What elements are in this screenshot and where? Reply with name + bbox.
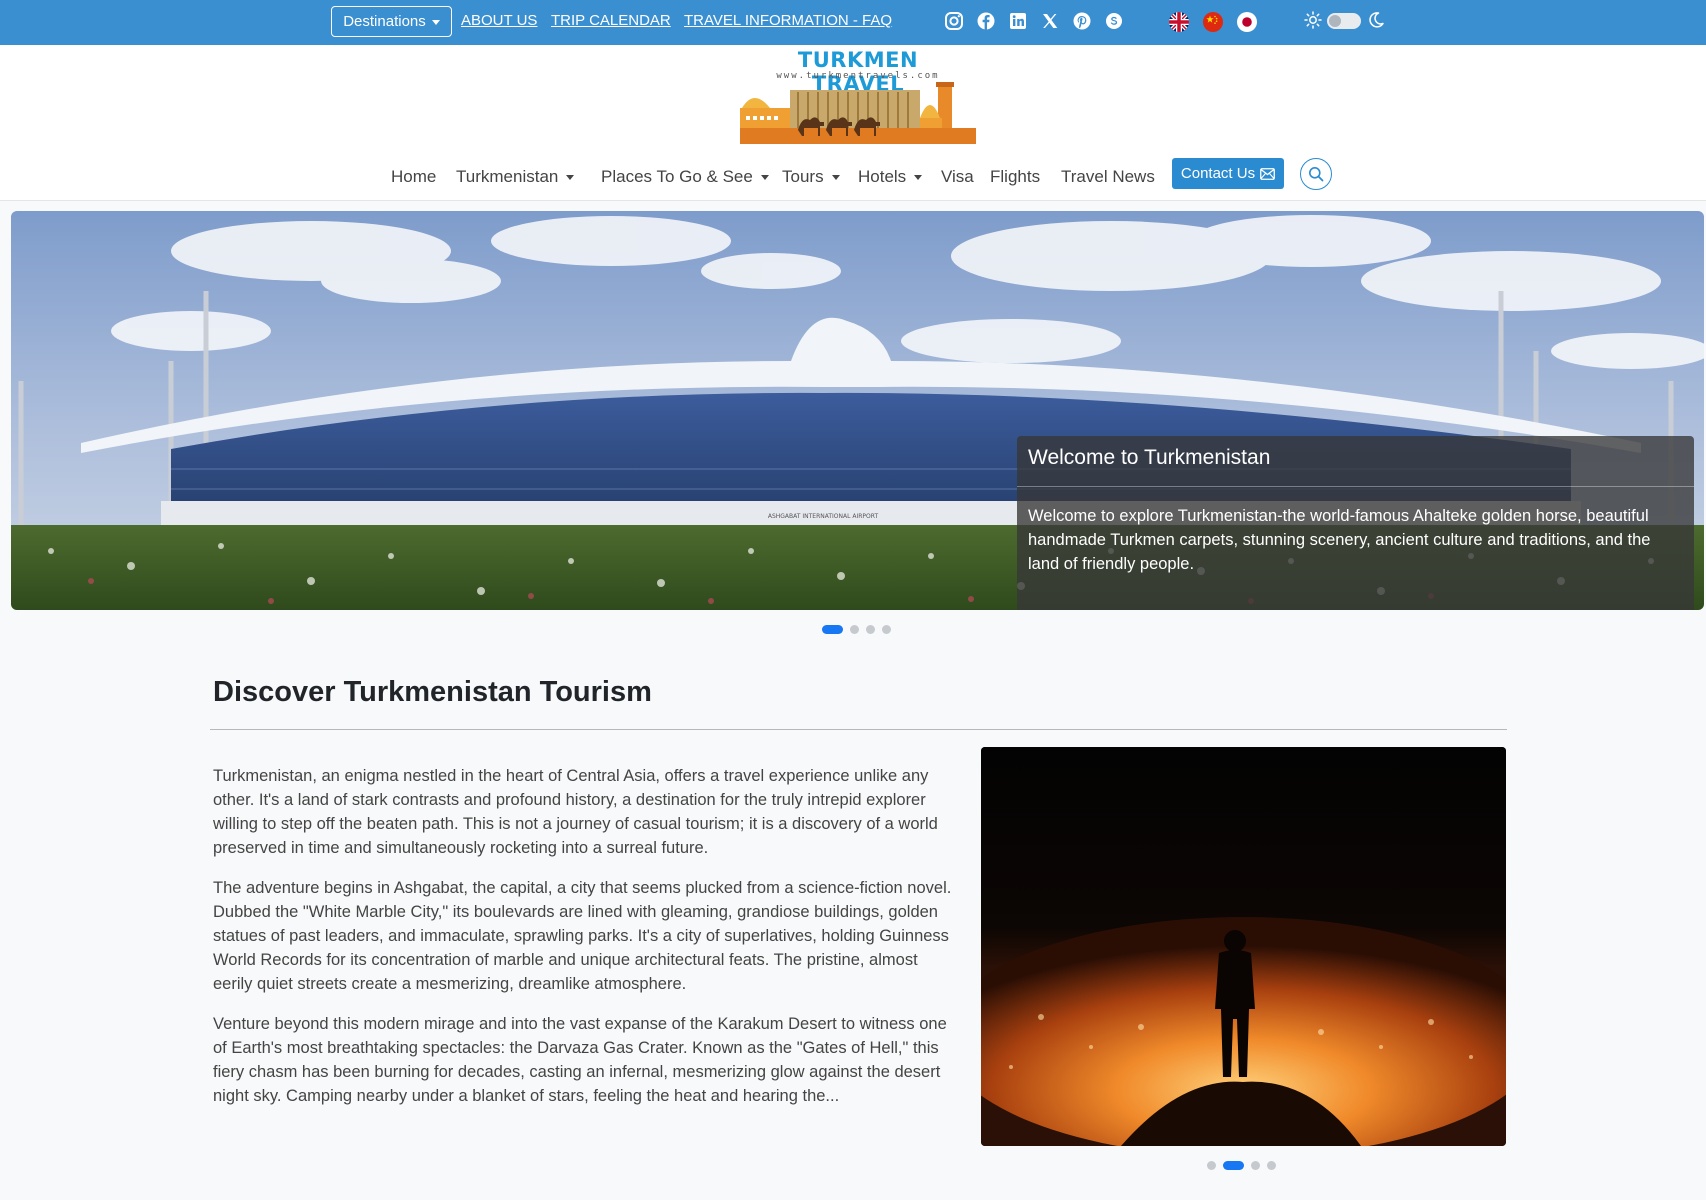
nav-flights[interactable]: Flights: [990, 167, 1040, 187]
facebook-icon[interactable]: [976, 11, 996, 31]
nav-home-label: Home: [391, 167, 437, 186]
linkedin-icon[interactable]: [1008, 11, 1028, 31]
caret-down-icon: [914, 174, 923, 180]
nav-travel-news-label: Travel News: [1061, 167, 1155, 186]
hero-caption-text: Welcome to explore Turkmenistan-the worl…: [1028, 507, 1651, 573]
nav-visa-label: Visa: [941, 167, 974, 186]
dark-mode-toggle[interactable]: [1327, 13, 1361, 29]
caption-divider: [1017, 486, 1694, 487]
nav-tours-label: Tours: [782, 167, 824, 186]
darvaza-crater-image: [981, 747, 1506, 1146]
sun-icon: [1304, 11, 1322, 29]
main-nav: Home Turkmenistan Places To Go & See Tou…: [0, 158, 1706, 198]
hero-caption: Welcome to Turkmenistan Welcome to explo…: [1017, 436, 1694, 610]
destinations-dropdown[interactable]: Destinations: [331, 6, 452, 37]
nav-home[interactable]: Home: [391, 167, 436, 187]
nav-turkmenistan[interactable]: Turkmenistan: [456, 167, 575, 187]
caret-down-icon: [760, 174, 769, 180]
chinese-flag-icon[interactable]: [1203, 12, 1223, 32]
japanese-flag-icon[interactable]: [1237, 12, 1257, 32]
article-paragraph-2: The adventure begins in Ashgabat, the ca…: [213, 879, 952, 993]
english-flag-icon[interactable]: [1169, 12, 1189, 32]
moon-icon: [1369, 12, 1384, 28]
top-bar: Destinations ABOUT US TRIP CALENDAR TRAV…: [0, 0, 1706, 45]
nav-places[interactable]: Places To Go & See: [601, 167, 769, 187]
caret-down-icon: [831, 174, 840, 180]
nav-travel-news[interactable]: Travel News: [1061, 167, 1155, 187]
page-title: Discover Turkmenistan Tourism: [213, 676, 652, 708]
image-indicator-1[interactable]: [1207, 1161, 1216, 1170]
carousel-indicator-1[interactable]: [822, 625, 843, 634]
search-icon: [1309, 167, 1324, 182]
article-paragraph-3: Venture beyond this modern mirage and in…: [213, 1015, 947, 1105]
image-indicator-3[interactable]: [1251, 1161, 1260, 1170]
carousel-indicator-2[interactable]: [850, 625, 859, 634]
envelope-icon: [1260, 167, 1275, 180]
discover-article: Turkmenistan, an enigma nestled in the h…: [213, 764, 953, 1124]
carousel-indicator-3[interactable]: [866, 625, 875, 634]
nav-tours[interactable]: Tours: [782, 167, 840, 187]
travel-information-faq-link[interactable]: TRAVEL INFORMATION - FAQ: [684, 12, 892, 29]
skype-icon[interactable]: [1104, 11, 1124, 31]
image-carousel-indicators: [1207, 1161, 1276, 1170]
nav-flights-label: Flights: [990, 167, 1041, 186]
nav-places-label: Places To Go & See: [601, 167, 753, 186]
search-button[interactable]: [1300, 158, 1332, 190]
nav-turkmenistan-label: Turkmenistan: [456, 167, 559, 186]
caret-down-icon: [566, 174, 575, 180]
nav-visa[interactable]: Visa: [941, 167, 974, 187]
about-us-link[interactable]: ABOUT US: [461, 12, 537, 29]
image-indicator-4[interactable]: [1267, 1161, 1276, 1170]
nav-hotels-label: Hotels: [858, 167, 907, 186]
pinterest-icon[interactable]: [1072, 11, 1092, 31]
darvaza-crater-carousel[interactable]: [981, 747, 1506, 1146]
instagram-icon[interactable]: [944, 11, 964, 31]
nav-hotels[interactable]: Hotels: [858, 167, 923, 187]
hero-carousel[interactable]: ASHGABAT INTERNATIONAL AIRPORT Welcome t…: [11, 211, 1704, 610]
contact-us-label: Contact Us: [1180, 165, 1256, 182]
destinations-label: Destinations: [343, 13, 426, 30]
hero-caption-title: Welcome to Turkmenistan: [1028, 446, 1271, 469]
image-indicator-2[interactable]: [1223, 1161, 1244, 1170]
airport-sign-text: ASHGABAT INTERNATIONAL AIRPORT: [768, 513, 879, 520]
trip-calendar-link[interactable]: TRIP CALENDAR: [551, 12, 671, 29]
hero-carousel-indicators: [822, 625, 891, 634]
toggle-knob: [1329, 15, 1341, 27]
section-divider: [210, 729, 1507, 730]
article-paragraph-1: Turkmenistan, an enigma nestled in the h…: [213, 767, 938, 857]
logo-artwork: [740, 82, 976, 144]
carousel-indicator-4[interactable]: [882, 625, 891, 634]
turkmen-travel-logo[interactable]: TURKMEN TRAVEL www.turkmentravels.com: [740, 48, 976, 146]
x-icon[interactable]: [1040, 11, 1060, 31]
caret-down-icon: [431, 19, 440, 25]
contact-us-button[interactable]: Contact Us: [1172, 158, 1284, 189]
site-header: TURKMEN TRAVEL www.turkmentravels.com Ho…: [0, 45, 1706, 201]
